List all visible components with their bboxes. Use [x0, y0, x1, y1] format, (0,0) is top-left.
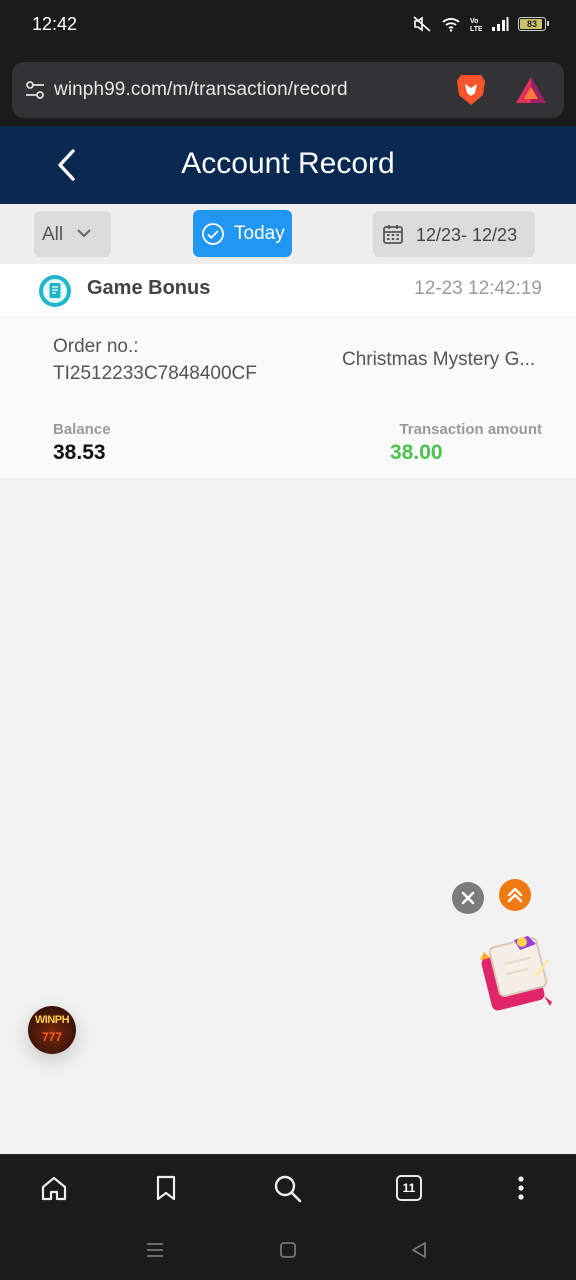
- home-square-icon[interactable]: [279, 1241, 297, 1259]
- record-details: Order no.: TI2512233C7848400CF Christmas…: [0, 316, 576, 478]
- today-filter-label: Today: [234, 223, 285, 244]
- status-bar: 12:42 Vo LTE 83: [0, 0, 576, 52]
- url-text[interactable]: winph99.com/m/transaction/record: [54, 79, 348, 101]
- browser-bar: winph99.com/m/transaction/record: [0, 52, 576, 126]
- logo-subtext: 777: [41, 1030, 63, 1044]
- home-icon[interactable]: [40, 1174, 68, 1202]
- filter-bar: All Today 12/23- 12/23: [0, 204, 576, 264]
- status-icons: Vo LTE 83: [412, 15, 549, 33]
- amount-value: 38.00: [390, 441, 443, 464]
- brave-shields-icon[interactable]: [455, 72, 487, 108]
- order-label: Order no.:: [53, 336, 139, 357]
- record-timestamp: 12-23 12:42:19: [414, 278, 542, 299]
- logo-text: WINPH: [34, 1014, 70, 1026]
- today-filter-button[interactable]: Today: [193, 210, 292, 257]
- mute-icon: [413, 16, 431, 32]
- amount-label: Transaction amount: [399, 421, 542, 438]
- back-triangle-icon[interactable]: [410, 1241, 428, 1259]
- browser-toolbar: 11: [0, 1154, 576, 1222]
- address-bar[interactable]: winph99.com/m/transaction/record: [12, 62, 564, 118]
- close-icon: [461, 891, 475, 905]
- chevron-down-icon: [77, 229, 91, 238]
- record-description: Christmas Mystery G...: [342, 349, 536, 370]
- volte-icon: VoLTE: [470, 18, 482, 32]
- bookmark-icon[interactable]: [154, 1174, 178, 1202]
- battery-icon: 83: [518, 17, 549, 31]
- search-icon[interactable]: [273, 1174, 303, 1204]
- balance-value: 38.53: [53, 441, 106, 464]
- wifi-icon: [442, 18, 460, 32]
- site-settings-icon[interactable]: [24, 79, 46, 101]
- date-range-label: 12/23- 12/23: [416, 225, 518, 245]
- receipt-icon: [39, 275, 71, 307]
- gift-promo-icon[interactable]: [474, 930, 560, 1014]
- date-range-picker[interactable]: 12/23- 12/23: [373, 211, 535, 257]
- balance-label: Balance: [53, 421, 111, 438]
- signal-icon: [492, 17, 509, 31]
- status-time: 12:42: [32, 14, 78, 34]
- calendar-icon: [383, 225, 403, 244]
- record-type: Game Bonus: [87, 277, 211, 299]
- tabs-button[interactable]: 11: [396, 1175, 422, 1201]
- type-filter-label: All: [42, 224, 64, 245]
- type-filter-dropdown[interactable]: All: [34, 211, 111, 257]
- scroll-top-button[interactable]: [499, 879, 531, 911]
- more-menu-icon[interactable]: [514, 1174, 528, 1202]
- svg-text:Vo: Vo: [470, 18, 478, 25]
- app-logo-badge[interactable]: WINPH 777: [28, 1006, 76, 1054]
- double-chevron-up-icon: [507, 887, 523, 903]
- app-header: Account Record: [0, 126, 576, 204]
- record-header[interactable]: Game Bonus 12-23 12:42:19: [0, 264, 576, 316]
- order-number: TI2512233C7848400CF: [53, 363, 257, 384]
- svg-text:LTE: LTE: [470, 26, 482, 32]
- battery-level: 83: [526, 19, 537, 29]
- close-promo-button[interactable]: [452, 882, 484, 914]
- system-nav-bar: [0, 1222, 576, 1280]
- brave-rewards-icon[interactable]: [514, 75, 548, 105]
- check-circle-icon: [202, 223, 224, 245]
- recents-menu-icon[interactable]: [145, 1241, 165, 1259]
- page-title: Account Record: [181, 147, 395, 180]
